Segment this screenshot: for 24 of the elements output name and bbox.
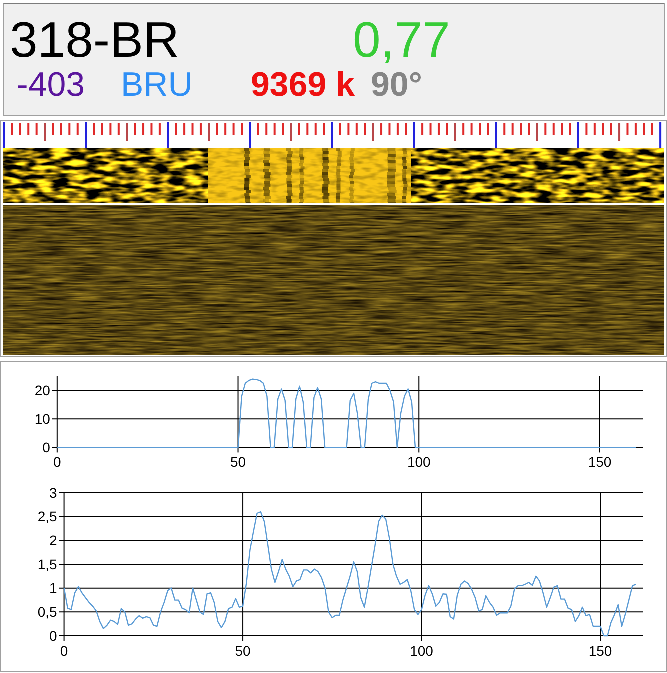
- y-tick-label: 20: [34, 382, 50, 399]
- distance-value: 9369 k: [251, 68, 355, 102]
- bearing-value: 90°: [371, 68, 422, 102]
- x-tick-label: 0: [54, 454, 62, 470]
- y-tick-label: 0: [50, 628, 58, 644]
- x-tick-label: 100: [410, 643, 434, 659]
- x-tick-label: 150: [588, 454, 612, 470]
- y-tick-label: 2,5: [38, 508, 58, 525]
- x-tick-label: 50: [230, 454, 246, 470]
- x-tick-label: 150: [588, 643, 612, 659]
- y-tick-label: 0: [42, 440, 50, 456]
- x-tick-label: 100: [407, 454, 431, 470]
- callsign-label: 318-BR: [10, 15, 180, 65]
- y-tick-label: 2: [50, 532, 58, 549]
- score-value: 0,77: [353, 15, 450, 65]
- x-tick-label: 50: [235, 643, 251, 659]
- country-code: BRU: [121, 68, 193, 102]
- y-tick-label: 3: [50, 484, 58, 501]
- y-tick-label: 10: [34, 411, 50, 428]
- x-tick-label: 0: [60, 643, 68, 659]
- y-tick-label: 0,5: [38, 604, 58, 620]
- y-tick-label: 1: [50, 580, 58, 596]
- offset-value: -403: [17, 68, 86, 102]
- y-tick-label: 1,5: [38, 556, 58, 572]
